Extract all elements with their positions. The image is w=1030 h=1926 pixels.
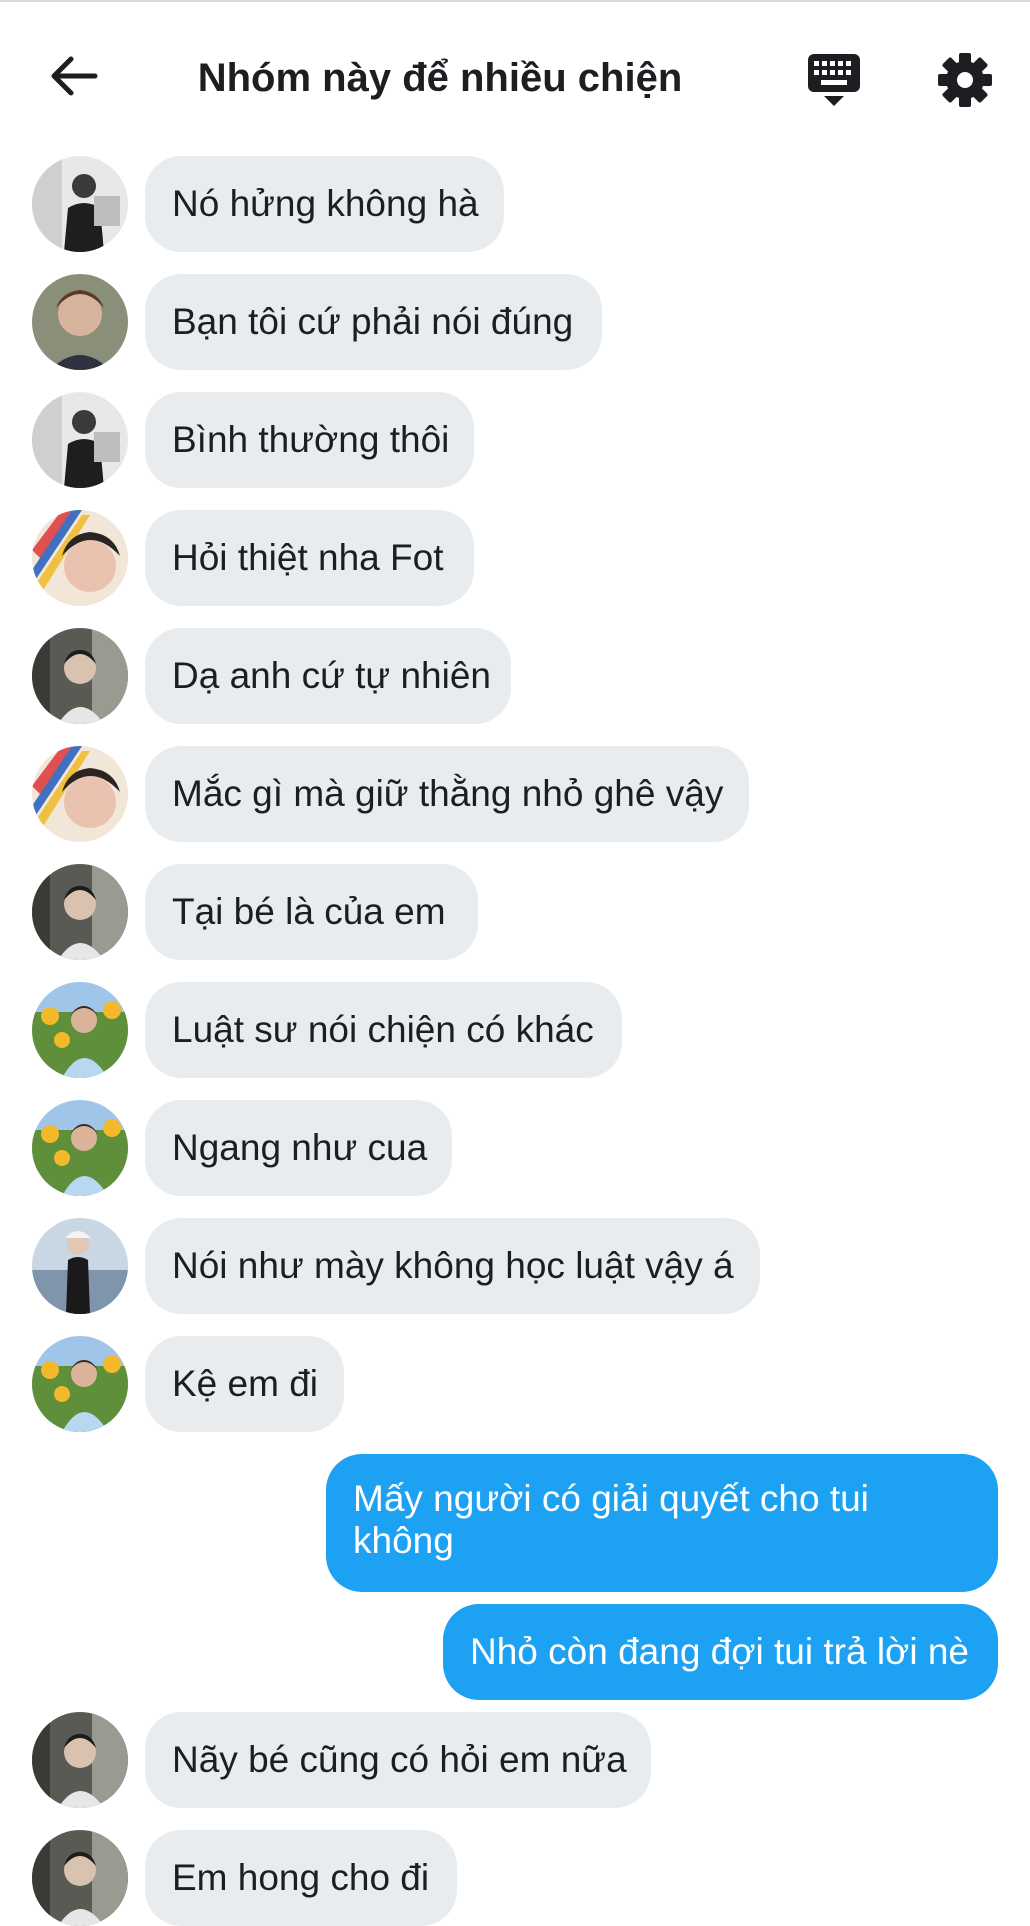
avatar-user-e[interactable]: [32, 1100, 128, 1196]
message-row: Dạ anh cứ tự nhiên: [0, 628, 1030, 724]
message-bubble-incoming[interactable]: Bạn tôi cứ phải nói đúng: [145, 274, 602, 370]
message-row: Kệ em đi: [0, 1336, 1030, 1432]
message-bubble-incoming[interactable]: Em hong cho đi: [145, 1830, 457, 1926]
avatar-user-d[interactable]: [32, 1830, 128, 1926]
arrow-left-icon: [51, 56, 98, 96]
avatar-user-e[interactable]: [32, 982, 128, 1078]
message-bubble-incoming[interactable]: Mắc gì mà giữ thằng nhỏ ghê vậy: [145, 746, 749, 842]
back-button[interactable]: [44, 46, 104, 106]
message-row: Hỏi thiệt nha Fot: [0, 510, 1030, 606]
avatar-user-e[interactable]: [32, 1336, 128, 1432]
page-title: Nhóm này để nhiều chiện: [197, 56, 683, 100]
avatar-user-a[interactable]: [32, 156, 128, 252]
message-row: Bạn tôi cứ phải nói đúng: [0, 274, 1030, 370]
message-row: Nói như mày không học luật vậy á: [0, 1218, 1030, 1314]
message-bubble-incoming[interactable]: Bình thường thôi: [145, 392, 474, 488]
avatar-user-f[interactable]: [32, 1218, 128, 1314]
avatar-user-d[interactable]: [32, 628, 128, 724]
message-row: Nhỏ còn đang đợi tui trả lời nè: [0, 1604, 1030, 1700]
message-bubble-outgoing[interactable]: Nhỏ còn đang đợi tui trả lời nè: [443, 1604, 998, 1700]
message-row: Em hong cho đi: [0, 1830, 1030, 1926]
message-bubble-incoming[interactable]: Tại bé là của em: [145, 864, 478, 960]
message-bubble-incoming[interactable]: Ngang như cua: [145, 1100, 452, 1196]
message-bubble-incoming[interactable]: Nó hửng không hà: [145, 156, 504, 252]
message-row: Nó hửng không hà: [0, 156, 1030, 252]
message-bubble-outgoing[interactable]: Mấy người có giải quyết cho tui không: [326, 1454, 998, 1592]
message-row: Bình thường thôi: [0, 392, 1030, 488]
keyboard-icon: [808, 54, 860, 106]
settings-button[interactable]: [935, 50, 995, 110]
gear-icon: [938, 53, 992, 107]
message-bubble-incoming[interactable]: Hỏi thiệt nha Fot: [145, 510, 474, 606]
avatar-user-a[interactable]: [32, 392, 128, 488]
message-bubble-incoming[interactable]: Nãy bé cũng có hỏi em nữa: [145, 1712, 651, 1808]
chat-header: Nhóm này để nhiều chiện: [0, 2, 1030, 150]
message-row: Tại bé là của em: [0, 864, 1030, 960]
avatar-user-d[interactable]: [32, 864, 128, 960]
avatar-user-b[interactable]: [32, 274, 128, 370]
message-bubble-incoming[interactable]: Nói như mày không học luật vậy á: [145, 1218, 760, 1314]
keyboard-button[interactable]: [803, 50, 865, 110]
message-row: Mấy người có giải quyết cho tui không: [0, 1454, 1030, 1592]
message-row: Ngang như cua: [0, 1100, 1030, 1196]
avatar-user-c[interactable]: [32, 746, 128, 842]
message-row: Nãy bé cũng có hỏi em nữa: [0, 1712, 1030, 1808]
message-bubble-incoming[interactable]: Kệ em đi: [145, 1336, 344, 1432]
message-row: Mắc gì mà giữ thằng nhỏ ghê vậy: [0, 746, 1030, 842]
message-bubble-incoming[interactable]: Luật sư nói chiện có khác: [145, 982, 622, 1078]
avatar-user-d[interactable]: [32, 1712, 128, 1808]
avatar-user-c[interactable]: [32, 510, 128, 606]
message-bubble-incoming[interactable]: Dạ anh cứ tự nhiên: [145, 628, 511, 724]
message-row: Luật sư nói chiện có khác: [0, 982, 1030, 1078]
